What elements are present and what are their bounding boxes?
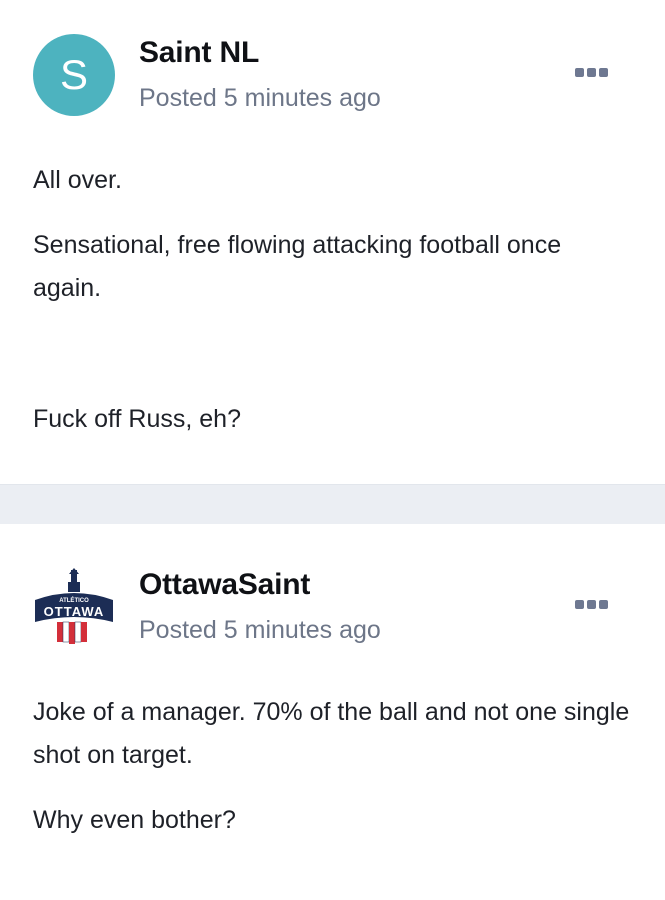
dot (598, 599, 608, 609)
post-separator (0, 484, 665, 524)
author-name[interactable]: OttawaSaint (139, 568, 310, 602)
atletico-ottawa-logo-icon: ATLÉTICO OTTAWA (35, 568, 113, 644)
dot (598, 67, 608, 77)
logo-text-top: ATLÉTICO (59, 596, 89, 604)
post-body: All over. Sensational, free flowing atta… (33, 159, 635, 441)
post-body: Joke of a manager. 70% of the ball and n… (33, 691, 635, 842)
paragraph: Joke of a manager. 70% of the ball and n… (33, 698, 630, 769)
author-name[interactable]: Saint NL (139, 36, 259, 70)
avatar[interactable]: S (33, 34, 115, 116)
dot (586, 599, 596, 609)
paragraph: Fuck off Russ, eh? (33, 405, 241, 433)
dot (574, 67, 584, 77)
more-options-icon[interactable] (573, 65, 609, 79)
post-card: S Saint NL Posted 5 minutes ago All over… (0, 0, 665, 484)
post-card: ATLÉTICO OTTAWA OttawaSaint Posted 5 min… (0, 524, 665, 900)
post-timestamp: Posted 5 minutes ago (139, 616, 381, 644)
paragraph: All over. (33, 166, 122, 194)
paragraph: Sensational, free flowing attacking foot… (33, 231, 562, 302)
more-options-icon[interactable] (573, 597, 609, 611)
logo-text-main: OTTAWA (44, 604, 105, 619)
dot (574, 599, 584, 609)
post-timestamp: Posted 5 minutes ago (139, 84, 381, 112)
dot (586, 67, 596, 77)
paragraph: Why even bother? (33, 806, 236, 834)
avatar[interactable]: ATLÉTICO OTTAWA (33, 568, 115, 650)
